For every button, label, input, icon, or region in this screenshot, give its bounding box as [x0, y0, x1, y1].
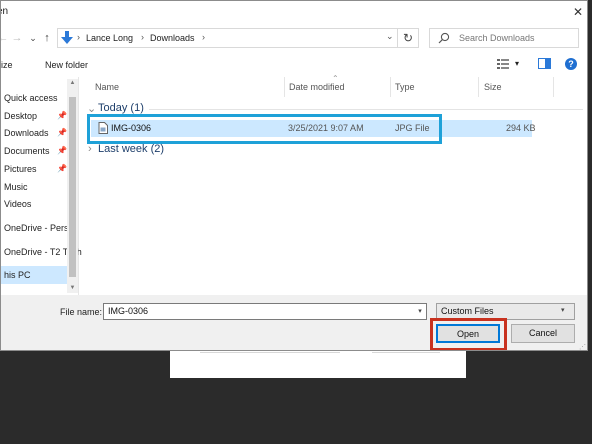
forward-button[interactable]: → [9, 29, 25, 47]
search-placeholder: Search Downloads [459, 33, 535, 43]
group-expand-icon[interactable]: › [88, 143, 92, 155]
address-chevron[interactable]: › [141, 32, 144, 42]
group-header-today[interactable]: Today (1) [98, 102, 144, 114]
open-file-dialog: en ✕ ← → ⌄ ↑ › Lance Long › Downloads › … [0, 0, 588, 351]
dialog-title: en [1, 6, 9, 17]
title-bar: en ✕ [1, 1, 587, 23]
search-icon [438, 32, 450, 44]
file-highlight-box [87, 114, 442, 144]
address-chevron[interactable]: › [77, 32, 80, 42]
column-header-size[interactable]: Size [484, 77, 502, 97]
sidebar-item-this-pc[interactable]: his PC [4, 266, 31, 284]
scroll-up-arrow[interactable]: ▲ [68, 80, 77, 86]
downloads-icon [61, 31, 73, 44]
sidebar-item-quick-access[interactable]: Quick access [4, 89, 58, 107]
file-name-field[interactable]: IMG-0306 [103, 303, 427, 320]
address-item-user[interactable]: Lance Long [86, 33, 133, 43]
background-divider [372, 352, 440, 353]
sidebar-scroll-thumb[interactable] [69, 97, 76, 277]
help-icon[interactable]: ? [565, 58, 577, 70]
pin-icon: 📌 [57, 146, 67, 155]
column-divider[interactable] [478, 77, 479, 97]
refresh-button[interactable]: ↻ [397, 28, 419, 48]
scroll-down-arrow[interactable]: ▼ [68, 285, 77, 291]
pin-icon: 📌 [57, 128, 67, 137]
file-name-dropdown[interactable]: ▾ [413, 303, 427, 320]
group-header-last-week[interactable]: Last week (2) [98, 143, 164, 155]
preview-pane-icon[interactable] [538, 58, 551, 69]
column-header-type[interactable]: Type [395, 77, 415, 97]
up-button[interactable]: ↑ [39, 29, 55, 47]
column-divider[interactable] [390, 77, 391, 97]
new-folder-button[interactable]: New folder [45, 60, 88, 70]
background-divider [200, 352, 340, 353]
address-bar[interactable]: › Lance Long › Downloads › ⌄ [57, 28, 419, 48]
column-divider[interactable] [553, 77, 554, 97]
address-history-dropdown[interactable]: ⌄ [386, 31, 394, 42]
sidebar-item-desktop[interactable]: Desktop [4, 107, 37, 125]
group-divider [149, 109, 583, 110]
column-header-name[interactable]: Name [95, 77, 119, 97]
cancel-button[interactable]: Cancel [511, 324, 575, 343]
sidebar-item-pictures[interactable]: Pictures [4, 160, 37, 178]
sidebar-item-music[interactable]: Music [4, 178, 28, 196]
svg-text:?: ? [568, 59, 574, 69]
view-options-icon[interactable] [497, 59, 509, 69]
file-type-value: Custom Files [441, 306, 494, 316]
address-chevron[interactable]: › [202, 32, 205, 42]
file-size-cell: 294 KB [506, 123, 536, 133]
close-button[interactable]: ✕ [567, 1, 587, 23]
sidebar-item-downloads[interactable]: Downloads [4, 124, 49, 142]
address-item-downloads[interactable]: Downloads [150, 33, 195, 43]
file-name-value: IMG-0306 [108, 306, 149, 316]
column-divider[interactable] [284, 77, 285, 97]
pin-icon: 📌 [57, 111, 67, 120]
resize-grip-icon[interactable]: ⋰ [579, 343, 586, 350]
sidebar-item-documents[interactable]: Documents [4, 142, 50, 160]
file-name-label: File name: [60, 307, 103, 317]
organize-button[interactable]: ize [1, 60, 13, 70]
search-input[interactable]: Search Downloads [429, 28, 579, 48]
chevron-down-icon: ▾ [561, 307, 565, 314]
view-options-dropdown[interactable]: ▾ [515, 59, 519, 68]
pin-icon: 📌 [57, 164, 67, 173]
open-highlight-box [430, 318, 507, 350]
sidebar-item-videos[interactable]: Videos [4, 195, 31, 213]
column-header-date[interactable]: Date modified [289, 77, 345, 97]
